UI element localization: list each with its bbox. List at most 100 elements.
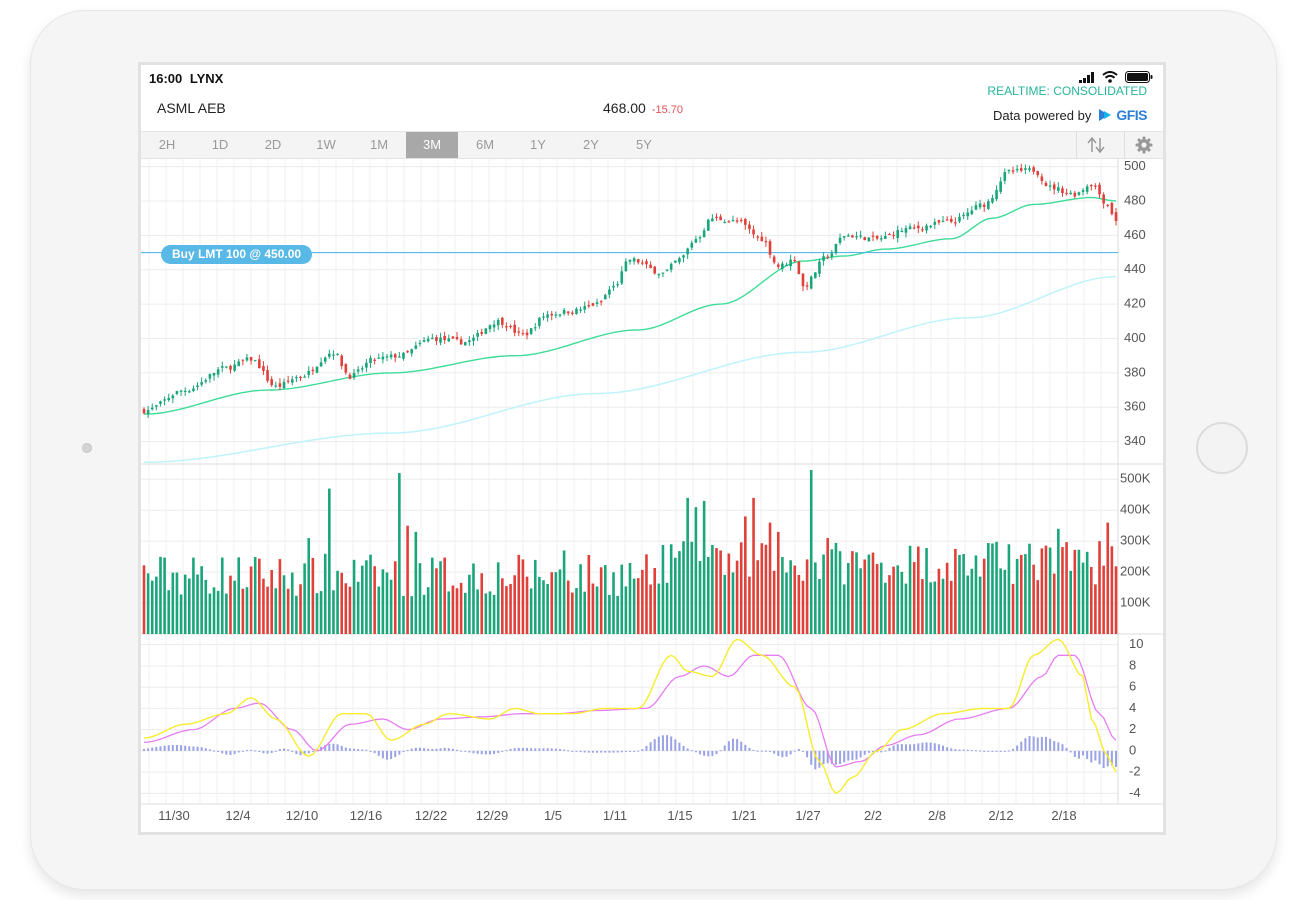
candle [702,230,706,238]
tab-2d[interactable]: 2D [247,132,299,158]
histogram-bar [348,748,351,751]
volume-bar [1032,564,1035,634]
candle [150,407,154,410]
home-button[interactable] [1196,422,1248,474]
tab-1w[interactable]: 1W [300,132,352,158]
order-line-label[interactable]: Buy LMT 100 @ 450.00 [161,245,313,264]
candle [583,306,586,310]
tab-6m[interactable]: 6M [459,132,511,158]
candle [690,242,694,248]
histogram-bar [353,748,356,751]
histogram-bar [155,746,158,751]
candle [554,314,558,316]
volume-bar [731,572,735,634]
histogram-bar [983,750,986,752]
volume-bar [867,554,871,634]
tab-1m[interactable]: 1M [353,132,405,158]
histogram-bar [921,742,924,751]
realtime-label: REALTIME: CONSOLIDATED [987,84,1147,98]
candle [776,264,780,267]
volume-bar [706,556,710,634]
volume-bar [694,507,698,634]
gear-icon[interactable] [1127,132,1161,158]
volume-bar [698,561,702,634]
histogram-bar [192,746,195,751]
volume-bar [814,562,817,634]
candle [241,359,245,361]
tab-2h[interactable]: 2H [141,132,193,158]
volume-bar [851,551,854,634]
tab-3m[interactable]: 3M [406,132,458,158]
candle [282,381,286,389]
volume-bar [492,594,496,634]
volume-bar [179,594,183,634]
candle [1098,184,1101,195]
volume-bar [435,568,438,634]
volume-bar [480,573,484,634]
tab-1d[interactable]: 1D [194,132,246,158]
histogram-bar [616,750,619,753]
histogram-bar [480,750,483,755]
histogram-bar [942,745,945,751]
candle [1061,188,1064,194]
candle [455,336,459,340]
candle [1094,185,1097,187]
front-camera [82,443,92,453]
histogram-bar [1032,736,1035,751]
candle [1024,168,1027,170]
volume-bar [1057,528,1060,634]
candle [888,233,891,236]
candle [764,240,768,243]
candle [542,316,545,318]
tab-2y[interactable]: 2Y [565,132,617,158]
sort-arrows-icon[interactable] [1079,132,1113,158]
volume-bar [414,531,418,634]
histogram-bar [567,750,570,752]
candle [1048,185,1052,187]
volume-bar [855,552,858,634]
candle [649,264,652,269]
symbol-ticker: ASML [157,100,195,116]
candle [834,243,838,254]
candle [155,405,158,407]
tab-5y[interactable]: 5Y [618,132,670,158]
volume-bar [398,473,401,634]
data-provider: Data powered by GFIS [993,107,1147,123]
volume-bar [756,560,759,634]
candle [398,356,401,358]
volume-bar [1024,554,1027,634]
histogram-bar [999,750,1002,752]
volume-bar [785,572,788,634]
wifi-icon [1102,71,1118,83]
volume-bar [393,561,397,634]
volume-bar [991,543,994,634]
candle [949,218,953,222]
histogram-bar [439,748,442,751]
histogram-bar [847,750,850,761]
candle [435,337,438,341]
volume-bar [603,565,607,634]
tab-1y[interactable]: 1Y [512,132,564,158]
volume-bar [459,582,463,634]
candle [451,336,455,339]
histogram-bar [505,750,508,752]
candle [566,311,570,314]
volume-bar [389,579,393,634]
histogram-bar [225,750,228,755]
histogram-bar [571,750,574,752]
candle [851,235,854,238]
histogram-bar [373,750,376,754]
volume-bar [678,551,681,634]
volume-bar [715,548,718,634]
histogram-bar [406,750,409,752]
instrument-symbol[interactable]: ASML AEB [157,100,226,116]
candle [311,369,315,372]
candle [332,354,335,356]
candle [1077,192,1081,195]
volume-bar [282,575,286,634]
volume-bar [1036,580,1040,634]
volume-bar [348,586,352,634]
histogram-bar [357,749,360,751]
candle [505,326,508,328]
price-axis-label: 380 [1124,364,1146,379]
